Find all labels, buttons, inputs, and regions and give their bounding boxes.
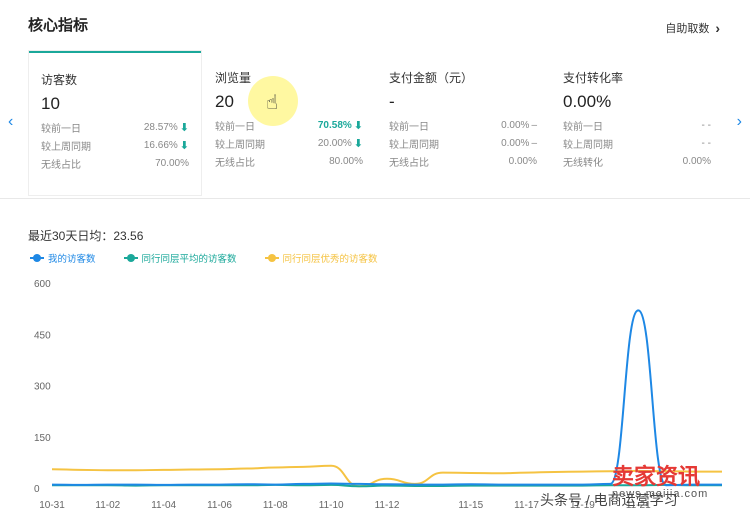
metric-row: 较上周同期 0.00% – (389, 137, 537, 152)
next-arrow-icon[interactable]: › (737, 113, 742, 131)
down-arrow-icon: ⬇ (353, 119, 363, 132)
y-tick-label: 150 (34, 433, 51, 444)
metric-name: 支付转化率 (563, 71, 624, 85)
prev-arrow-icon[interactable]: ‹ (8, 113, 13, 131)
metrics-panel: ‹ › 访客数 10 较前一日 28.57% ⬇ 较上周同期 16.66% ⬇ 无线占比… (0, 48, 750, 199)
metric-row: 无线占比 0.00% (389, 155, 537, 170)
avg-visitors-text: 最近30天日均：23.56 (28, 229, 144, 243)
chevron-right-icon: › (715, 20, 720, 36)
metric-card-pageviews[interactable]: 浏览量 20 较前一日 70.58% ⬇ 较上周同期 20.00% ⬇ 无线占比 80.0… (203, 51, 375, 195)
x-tick-label: 11-17 (514, 500, 539, 511)
x-tick-label: 10-31 (39, 500, 65, 511)
metric-card-conversion-rate[interactable]: 支付转化率 0.00% 较前一日 - - 较上周同期 - - 无线转化 0.00% (551, 51, 723, 195)
x-tick-label: 11-08 (263, 500, 288, 511)
metric-row: 较上周同期 20.00% ⬇ (215, 137, 363, 152)
watermark-logo: 卖家资讯 news.maijia.com (612, 464, 709, 501)
flat-dash-icon: – (531, 119, 537, 131)
metric-row: 无线占比 70.00% (41, 157, 189, 172)
chart-legend: 我的访客数 同行同层平均的访客数 同行同层优秀的访客数 (30, 251, 378, 265)
down-arrow-icon: ⬇ (179, 139, 189, 152)
x-tick-label: 11-06 (207, 500, 232, 511)
metric-row: 较上周同期 - - (563, 137, 711, 152)
hand-cursor-icon: ☝ (266, 92, 279, 114)
page-title: 核心指标 (28, 17, 89, 34)
self-fetch-label: 自助取数 (665, 23, 710, 35)
legend-item-best[interactable]: 同行同层优秀的访客数 (264, 251, 378, 265)
x-tick-label: 11-02 (95, 500, 120, 511)
x-tick-label: 11-15 (458, 500, 483, 511)
self-fetch-link[interactable]: 自助取数 › (665, 20, 720, 36)
x-tick-label: 11-04 (151, 500, 176, 511)
y-tick-label: 600 (34, 279, 51, 290)
legend-item-mine[interactable]: 我的访客数 (30, 251, 96, 265)
metric-row: 较前一日 28.57% ⬇ (41, 121, 189, 136)
metric-row: 无线转化 0.00% (563, 155, 711, 170)
x-tick-label: 11-10 (319, 500, 344, 511)
series-line-0 (51, 309, 722, 487)
metric-name: 访客数 (41, 73, 78, 87)
x-tick-label: 11-12 (375, 500, 400, 511)
y-tick-label: 450 (34, 330, 51, 341)
flat-dash-icon: – (531, 137, 537, 149)
y-tick-label: 0 (34, 484, 40, 495)
metric-row: 较上周同期 16.66% ⬇ (41, 139, 189, 154)
legend-item-avg[interactable]: 同行同层平均的访客数 (123, 251, 237, 265)
down-arrow-icon: ⬇ (353, 137, 363, 150)
metric-card-payment-amount[interactable]: 支付金额（元） - 较前一日 0.00% – 较上周同期 0.00% – 无线占比 0.0… (377, 51, 549, 195)
metric-card-visitors[interactable]: 访客数 10 较前一日 28.57% ⬇ 较上周同期 16.66% ⬇ 无线占比 70.0… (29, 51, 201, 195)
metric-value: - (389, 92, 395, 111)
y-tick-label: 300 (34, 382, 51, 393)
metric-value: 0.00% (563, 92, 612, 111)
down-arrow-icon: ⬇ (179, 121, 189, 134)
metric-row: 无线占比 80.00% (215, 155, 363, 170)
metric-row: 较前一日 0.00% – (389, 119, 537, 134)
metric-value: 10 (41, 94, 60, 113)
metric-row: 较前一日 - - (563, 119, 711, 134)
metric-name: 支付金额（元） (389, 71, 474, 85)
